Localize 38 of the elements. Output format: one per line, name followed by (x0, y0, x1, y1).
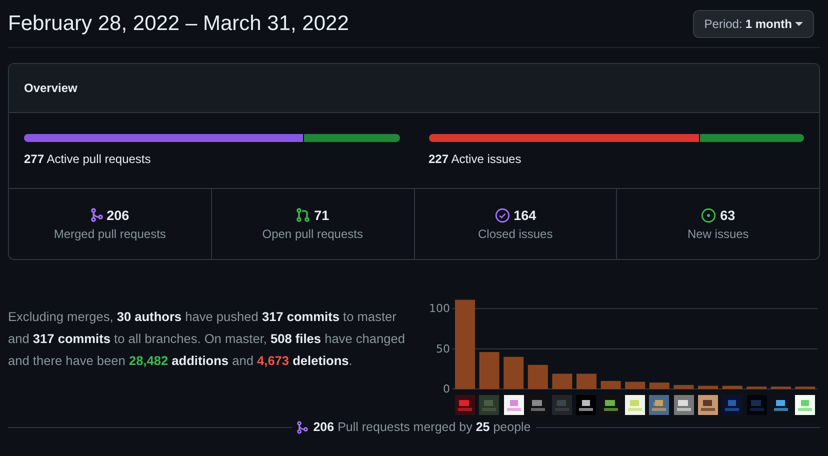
stat-label: New issues (687, 226, 749, 240)
issue-icon (701, 208, 716, 222)
bar (528, 364, 548, 389)
commit-summary: Excluding merges, 30 authors have pushed 317 commits to master and 317 commits to all branches. On master, 508 files have changed and there have been 28,482 additions and 4,673 deletions. (8, 308, 406, 370)
bar (722, 386, 742, 389)
bar (746, 386, 767, 389)
axis-tick-label: 100 (430, 302, 450, 316)
period-dropdown[interactable]: Period: 1 month (693, 10, 814, 38)
bar (625, 382, 646, 389)
pull-request-icon (296, 208, 310, 222)
stat-label: Closed issues (478, 226, 553, 240)
bar (698, 386, 718, 389)
stat-value: 63 (720, 208, 736, 222)
bar (504, 356, 524, 389)
stat-value: 206 (106, 208, 130, 222)
bar (600, 380, 621, 389)
merge-icon (90, 208, 103, 222)
bar (576, 374, 596, 389)
stat-label: Merged pull requests (54, 226, 166, 240)
merge-icon (297, 420, 308, 434)
bar-label: 227 Active issues (428, 152, 522, 166)
overview-title: Overview (24, 81, 78, 95)
bar (770, 386, 791, 389)
axis-tick-label: 0 (443, 382, 450, 393)
bar-label: 277 Active pull requests (24, 152, 152, 166)
bar (552, 374, 572, 389)
date-range-title: February 28, 2022 – March 31, 2022 (8, 12, 349, 36)
check-circle-icon (494, 208, 510, 222)
stat-value: 71 (314, 208, 330, 222)
stat-value: 164 (514, 208, 536, 222)
axis-tick-label: 50 (436, 342, 450, 356)
bar (479, 352, 500, 389)
bar (795, 386, 816, 389)
bar (674, 384, 694, 389)
stat-label: Open pull requests (262, 226, 363, 240)
merge-summary-text: 206 Pull requests merged by 25 people (313, 420, 531, 434)
caret-icon (795, 22, 803, 26)
bar (649, 382, 670, 389)
